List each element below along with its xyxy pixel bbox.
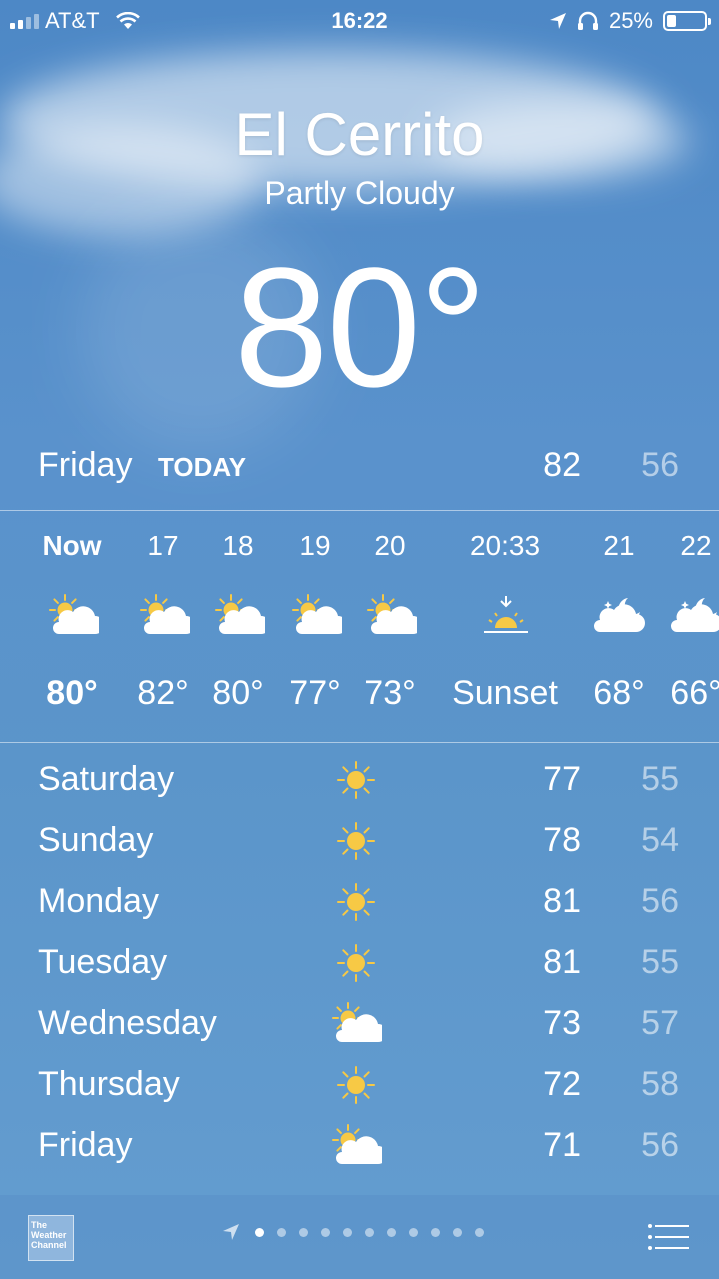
- daily-high: 81: [543, 943, 581, 981]
- hourly-time: Now: [42, 530, 102, 561]
- partly-cloudy-night-icon: [671, 594, 719, 638]
- daily-row: Tuesday 81 55: [0, 933, 719, 994]
- sun-icon: [330, 819, 382, 863]
- daily-low: 54: [641, 821, 679, 859]
- page-dot[interactable]: [475, 1227, 484, 1237]
- hourly-value: 80°: [46, 674, 98, 712]
- sunset-icon: [480, 594, 530, 638]
- page-dot[interactable]: [409, 1227, 418, 1237]
- daily-row: Sunday 78 54: [0, 811, 719, 872]
- daily-low: 58: [641, 1065, 679, 1103]
- daily-low: 55: [641, 760, 679, 798]
- partly-cloudy-day-icon: [47, 594, 104, 638]
- partly-cloudy-day-icon: [290, 594, 347, 638]
- city-list-icon[interactable]: [647, 1223, 689, 1251]
- current-temperature: 80°: [233, 233, 487, 423]
- daily-high: 72: [543, 1065, 581, 1103]
- sun-icon: [330, 758, 382, 802]
- daily-low: 57: [641, 1004, 679, 1042]
- sun-icon: [330, 941, 382, 985]
- hourly-value: 66°: [670, 674, 719, 712]
- hourly-forecast[interactable]: Now 80° 17 82° 18 80° 19 77° 20 73° 20:33 Sunset 21…: [0, 512, 719, 742]
- page-dot[interactable]: [255, 1227, 264, 1237]
- today-day: Friday: [38, 446, 133, 484]
- daily-high: 73: [543, 1004, 581, 1042]
- page-dot[interactable]: [453, 1227, 462, 1237]
- page-dot[interactable]: [387, 1227, 396, 1237]
- page-dot[interactable]: [431, 1227, 440, 1237]
- partly-cloudy-day-icon: [138, 594, 195, 638]
- daily-row: Saturday 77 55: [0, 750, 719, 811]
- partly-cloudy-night-icon: [594, 594, 645, 638]
- daily-low: 56: [641, 1126, 679, 1164]
- daily-day: Tuesday: [38, 943, 168, 981]
- daily-high: 77: [543, 760, 581, 798]
- today-high: 82: [543, 446, 581, 484]
- daily-high: 81: [543, 882, 581, 920]
- partly-cloudy-day-icon: [365, 594, 422, 638]
- today-summary: Friday TODAY 82 56: [0, 440, 719, 490]
- hourly-time: 22: [680, 530, 712, 561]
- daily-low: 56: [641, 882, 679, 920]
- page-indicator[interactable]: [222, 1223, 484, 1241]
- daily-day: Friday: [38, 1126, 133, 1164]
- status-bar: AT&T 16:22 25%: [0, 0, 719, 40]
- daily-low: 55: [641, 943, 679, 981]
- partly-cloudy-day-icon: [330, 1124, 387, 1168]
- hourly-time: 20: [374, 530, 406, 561]
- daily-day: Thursday: [38, 1065, 180, 1103]
- page-dot[interactable]: [299, 1227, 308, 1237]
- daily-forecast[interactable]: Saturday 77 55 Sunday 78 54 Monday 81 56 Tuesday 8…: [0, 750, 719, 1177]
- page-dot[interactable]: [277, 1227, 286, 1237]
- daily-row: Thursday 72 58: [0, 1055, 719, 1116]
- battery-icon: [663, 11, 711, 31]
- page-dot[interactable]: [321, 1227, 330, 1237]
- partly-cloudy-day-icon: [213, 594, 270, 638]
- daily-row: Monday 81 56: [0, 872, 719, 933]
- sun-icon: [330, 1063, 382, 1107]
- partly-cloudy-day-icon: [330, 1002, 387, 1046]
- current-condition: Partly Cloudy: [264, 175, 455, 211]
- daily-day: Saturday: [38, 760, 175, 798]
- sun-icon: [330, 880, 382, 924]
- page-dot[interactable]: [365, 1227, 374, 1237]
- status-indicators: 25%: [549, 8, 711, 34]
- weather-channel-logo[interactable]: The Weather Channel: [28, 1215, 74, 1261]
- daily-high: 71: [543, 1126, 581, 1164]
- divider: [0, 510, 719, 511]
- location-arrow-icon: [549, 13, 566, 29]
- city-name: El Cerrito: [234, 101, 485, 168]
- hourly-value: Sunset: [452, 674, 558, 712]
- headphones-icon: [577, 11, 598, 30]
- battery-percent: 25%: [608, 8, 653, 33]
- page-dot[interactable]: [343, 1227, 352, 1237]
- today-tag: TODAY: [158, 452, 247, 482]
- daily-high: 78: [543, 821, 581, 859]
- hourly-value: 73°: [364, 674, 416, 712]
- today-low: 56: [641, 446, 679, 484]
- divider: [0, 742, 719, 743]
- daily-row: Wednesday 73 57: [0, 994, 719, 1055]
- daily-day: Sunday: [38, 821, 154, 859]
- hourly-time: 20:33: [469, 530, 541, 561]
- location-arrow-icon: [223, 1224, 239, 1240]
- daily-row: Friday 71 56: [0, 1116, 719, 1177]
- bottom-toolbar: The Weather Channel: [0, 1195, 719, 1279]
- daily-day: Monday: [38, 882, 159, 920]
- daily-day: Wednesday: [38, 1004, 217, 1042]
